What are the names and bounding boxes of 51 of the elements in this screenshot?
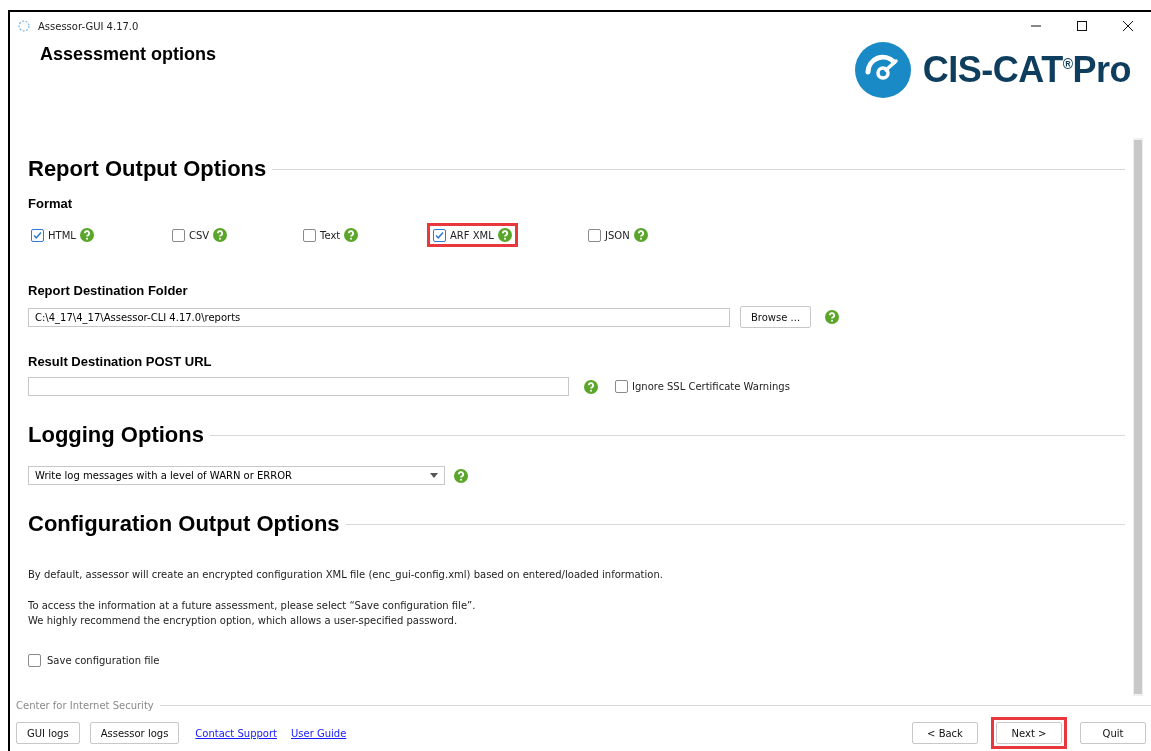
section-heading: Report Output Options: [28, 156, 267, 182]
help-icon[interactable]: [344, 228, 359, 242]
app-icon: [18, 20, 30, 32]
checkbox-label: JSON: [605, 229, 630, 241]
log-button[interactable]: Assessor logs: [89, 722, 180, 744]
section-heading: Logging Options: [28, 422, 204, 448]
group-label: Center for Internet Security: [16, 700, 154, 711]
checkbox-label: HTML: [48, 229, 76, 241]
nav-button[interactable]: Next >: [996, 722, 1062, 744]
checkbox[interactable]: [433, 228, 446, 242]
info-paragraph: To access the information at a future assessment, please select “Save configuration file”. We highly recommend the encryption option, which allows a user-specified password.: [28, 599, 476, 628]
nav-button[interactable]: Quit: [1080, 722, 1146, 744]
logo-text: CIS-CAT$^{®}$Pro: [922, 49, 1131, 91]
checkbox[interactable]: [615, 380, 628, 393]
checkbox-label: ARF XML: [450, 229, 494, 241]
page-title: Assessment options: [40, 44, 217, 66]
field-label: Result Destination POST URL: [28, 354, 212, 369]
log-button[interactable]: GUI logs: [16, 722, 80, 744]
scrollbar[interactable]: [1133, 138, 1143, 696]
help-icon[interactable]: [584, 379, 598, 394]
info-paragraph: By default, assessor will create an encrypted configuration XML file (enc_gui-config.xml) based on entered/loaded information.: [28, 568, 663, 582]
checkbox-label: Save configuration file: [47, 655, 160, 666]
checkbox[interactable]: [303, 228, 316, 242]
help-link[interactable]: User Guide: [291, 727, 347, 739]
help-icon[interactable]: [213, 228, 228, 242]
gauge-icon: [854, 42, 911, 98]
help-icon[interactable]: [633, 228, 648, 242]
section-heading: Configuration Output Options: [28, 511, 340, 537]
log-level-dropdown[interactable]: Write log messages with a level of WARN or ERROR: [28, 466, 445, 485]
field-label: Report Destination Folder: [28, 283, 188, 298]
caret-icon: [430, 473, 438, 478]
checkbox[interactable]: [31, 228, 44, 242]
field-label: Format: [28, 196, 73, 211]
checkbox[interactable]: [588, 228, 601, 242]
browse-button[interactable]: Browse ...: [740, 306, 812, 328]
checkbox[interactable]: [172, 228, 185, 242]
help-icon[interactable]: [497, 228, 512, 242]
nav-button[interactable]: < Back: [912, 722, 978, 744]
window-title: Assessor-GUI 4.17.0: [38, 20, 139, 32]
help-icon[interactable]: [454, 468, 468, 483]
checkbox[interactable]: [28, 654, 41, 667]
help-link[interactable]: Contact Support: [195, 727, 277, 739]
help-icon[interactable]: [825, 310, 840, 324]
folder-field[interactable]: C:\4_17\4_17\Assessor-CLI 4.17.0\reports: [28, 307, 730, 327]
checkbox-label: Text: [320, 229, 341, 241]
checkbox-label: Ignore SSL Certificate Warnings: [632, 381, 790, 392]
close-icon[interactable]: [1123, 21, 1133, 31]
maximize-icon[interactable]: [1077, 21, 1087, 31]
help-icon[interactable]: [79, 228, 94, 242]
url-field[interactable]: [28, 377, 569, 396]
checkbox-label: CSV: [189, 229, 210, 241]
